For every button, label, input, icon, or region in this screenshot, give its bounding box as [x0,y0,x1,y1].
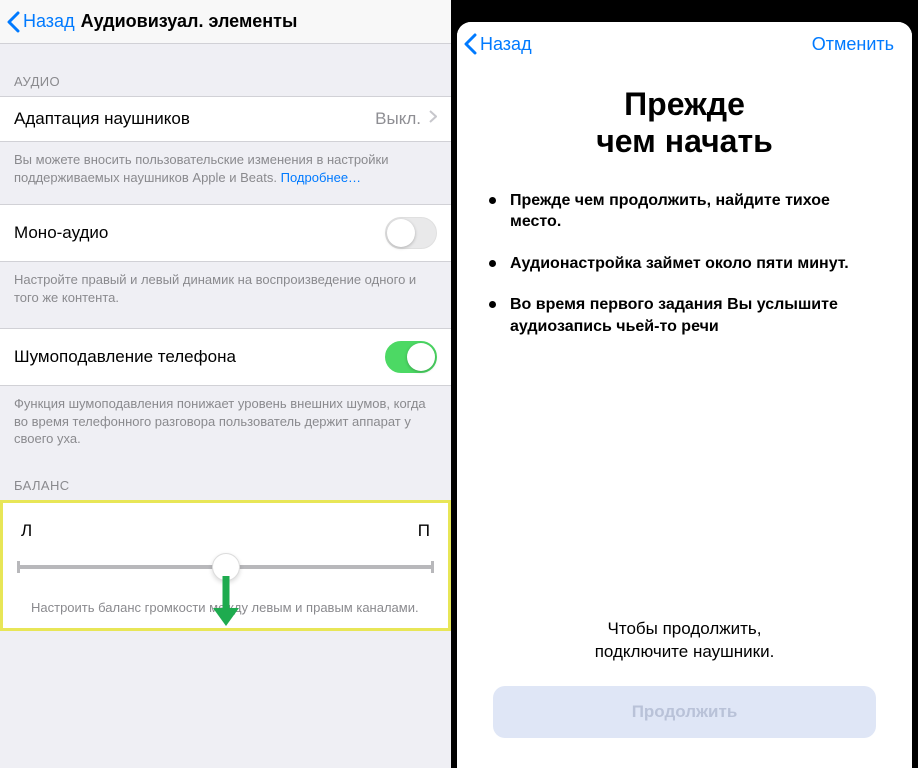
balance-footer: Настроить баланс громкости между левым и… [17,589,434,617]
cancel-button[interactable]: Отменить [812,34,906,55]
chevron-right-icon [429,110,437,128]
toggle-knob [407,343,435,371]
page-title: Аудиовизуал. элементы [81,11,298,32]
back-label: Назад [23,11,75,32]
modal-nav: Назад Отменить [457,22,912,66]
modal-back-button[interactable]: Назад [463,33,532,55]
continue-button[interactable]: Продолжить [493,686,876,738]
chevron-left-icon [463,33,477,55]
back-button[interactable]: Назад [6,11,75,33]
cell-value: Выкл. [375,109,421,129]
mono-footer: Настройте правый и левый динамик на восп… [0,262,451,306]
cell-headphone-accommodations[interactable]: Адаптация наушников Выкл. [0,96,451,142]
balance-slider[interactable] [17,545,434,589]
chevron-left-icon [6,11,20,33]
balance-left-label: Л [21,521,32,541]
mono-audio-label: Моно-аудио [14,223,108,243]
instruction-item: Прежде чем продолжить, найдите тихое мес… [489,190,880,233]
headphone-footer: Вы можете вносить пользовательские измен… [0,142,451,186]
instruction-item: Во время первого задания Вы услышите ауд… [489,294,880,337]
instructions-list: Прежде чем продолжить, найдите тихое мес… [483,190,886,358]
noise-cancel-label: Шумоподавление телефона [14,347,236,367]
mono-audio-toggle[interactable] [385,217,437,249]
section-header-balance: БАЛАНС [0,448,451,500]
modal-back-label: Назад [480,34,532,55]
instruction-item: Аудионастройка займет около пяти минут. [489,253,880,275]
toggle-knob [387,219,415,247]
noise-footer: Функция шумоподавления понижает уровень … [0,386,451,448]
cell-noise-cancel[interactable]: Шумоподавление телефона [0,328,451,386]
balance-slider-block: Л П Настроить баланс громкости между лев… [0,500,451,632]
cell-mono-audio[interactable]: Моно-аудио [0,204,451,262]
nav-bar: Назад Аудиовизуал. элементы [0,0,451,44]
noise-cancel-toggle[interactable] [385,341,437,373]
section-header-audio: АУДИО [0,44,451,96]
more-link[interactable]: Подробнее… [281,170,361,185]
cell-label: Адаптация наушников [14,109,190,129]
onboarding-modal: Назад Отменить Прежде чем начать Прежде … [457,22,912,768]
slider-thumb[interactable] [212,553,240,581]
balance-right-label: П [418,521,430,541]
modal-title: Прежде чем начать [483,86,886,160]
connect-headphones-hint: Чтобы продолжить, подключите наушники. [493,618,876,664]
